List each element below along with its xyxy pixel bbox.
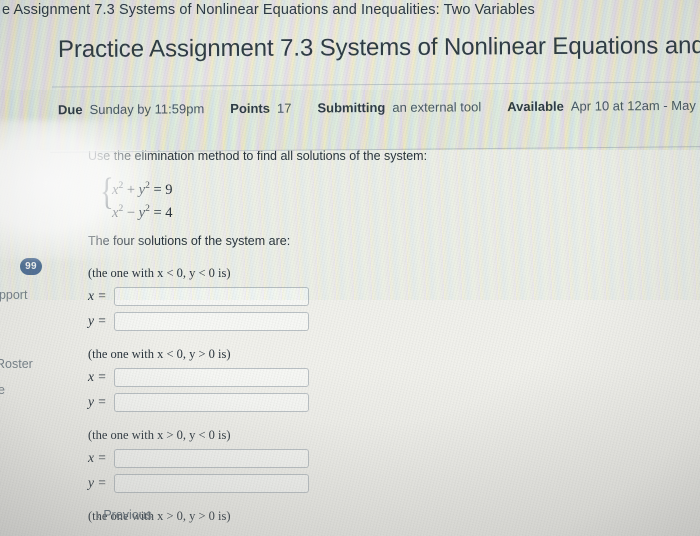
browser-tab-title[interactable]: e Assignment 7.3 Systems of Nonlinear Eq… bbox=[2, 2, 535, 18]
answer-field-label: y = bbox=[88, 313, 107, 329]
answer-field-label: x = bbox=[88, 450, 107, 466]
equation-2: x2 − y2 = 4 bbox=[112, 203, 173, 221]
solution-group-label: (the one with x < 0, y > 0 is) bbox=[88, 346, 231, 361]
available-value: Apr 10 at 12am - May bbox=[570, 97, 696, 114]
answer-field-row: y = bbox=[88, 473, 508, 493]
answer-field-label: y = bbox=[88, 475, 107, 491]
answer-input-x[interactable] bbox=[114, 286, 309, 306]
browser-tab-strip: e Assignment 7.3 Systems of Nonlinear Eq… bbox=[0, 0, 700, 26]
available-label: Available bbox=[507, 98, 564, 115]
solution-group: (the one with x < 0, y < 0 is) x = y = bbox=[88, 266, 508, 331]
due-value: Sunday by 11:59pm bbox=[89, 101, 205, 118]
points-value: 17 bbox=[276, 100, 292, 116]
divider-above-meta bbox=[52, 81, 700, 88]
submitting-label: Submitting bbox=[317, 99, 386, 116]
previous-label: Previous bbox=[103, 508, 152, 522]
solutions-intro: The four solutions of the system are: bbox=[88, 233, 291, 248]
answer-field-row: y = bbox=[88, 311, 508, 331]
question-body: Use the elimination method to find all s… bbox=[88, 148, 508, 524]
assignment-meta-row: Due Sunday by 11:59pm Points 17 Submitting an… bbox=[58, 98, 696, 117]
submitting-value: an external tool bbox=[392, 99, 482, 115]
solution-group: (the one with x > 0, y < 0 is) x = y = bbox=[88, 428, 508, 493]
answer-input-y[interactable] bbox=[114, 473, 309, 493]
answer-field-label: y = bbox=[88, 394, 107, 410]
equation-1: x2 + y2 = 9 bbox=[112, 180, 173, 198]
chevron-left-icon: ‹ bbox=[97, 511, 101, 522]
notification-badge[interactable]: 99 bbox=[20, 258, 42, 275]
answer-input-x[interactable] bbox=[114, 367, 309, 387]
answer-field-row: x = bbox=[88, 286, 508, 306]
system-equations-lines: x2 + y2 = 9 x2 − y2 = 4 bbox=[112, 177, 173, 223]
answer-input-y[interactable] bbox=[114, 392, 309, 412]
points-label: Points bbox=[230, 100, 271, 117]
answer-input-y[interactable] bbox=[114, 311, 309, 331]
canvas-assignment-page: Practice Assignment 7.3 Systems of Nonli… bbox=[0, 26, 700, 536]
previous-link[interactable]: ‹ Previous bbox=[97, 508, 152, 522]
solution-group-label: (the one with x > 0, y < 0 is) bbox=[88, 427, 231, 442]
answer-field-row: x = bbox=[88, 448, 508, 468]
answer-field-row: y = bbox=[88, 392, 508, 412]
answer-input-x[interactable] bbox=[114, 448, 309, 468]
answer-field-label: x = bbox=[88, 288, 107, 304]
solution-group: (the one with x < 0, y > 0 is) x = y = bbox=[88, 347, 508, 412]
sidebar-item-partial[interactable]: e bbox=[0, 383, 5, 397]
sidebar-item-roster[interactable]: Roster bbox=[0, 357, 33, 371]
page-title: Practice Assignment 7.3 Systems of Nonli… bbox=[57, 31, 700, 64]
answer-field-label: x = bbox=[88, 369, 107, 385]
system-of-equations: { x2 + y2 = 9 x2 − y2 = 4 bbox=[100, 173, 508, 221]
screen-photo: e Assignment 7.3 Systems of Nonlinear Eq… bbox=[0, 0, 700, 536]
due-label: Due bbox=[57, 102, 83, 118]
sidebar-item-support[interactable]: upport bbox=[0, 288, 27, 302]
answer-field-row: x = bbox=[88, 367, 508, 387]
solution-group-label: (the one with x < 0, y < 0 is) bbox=[88, 265, 231, 280]
